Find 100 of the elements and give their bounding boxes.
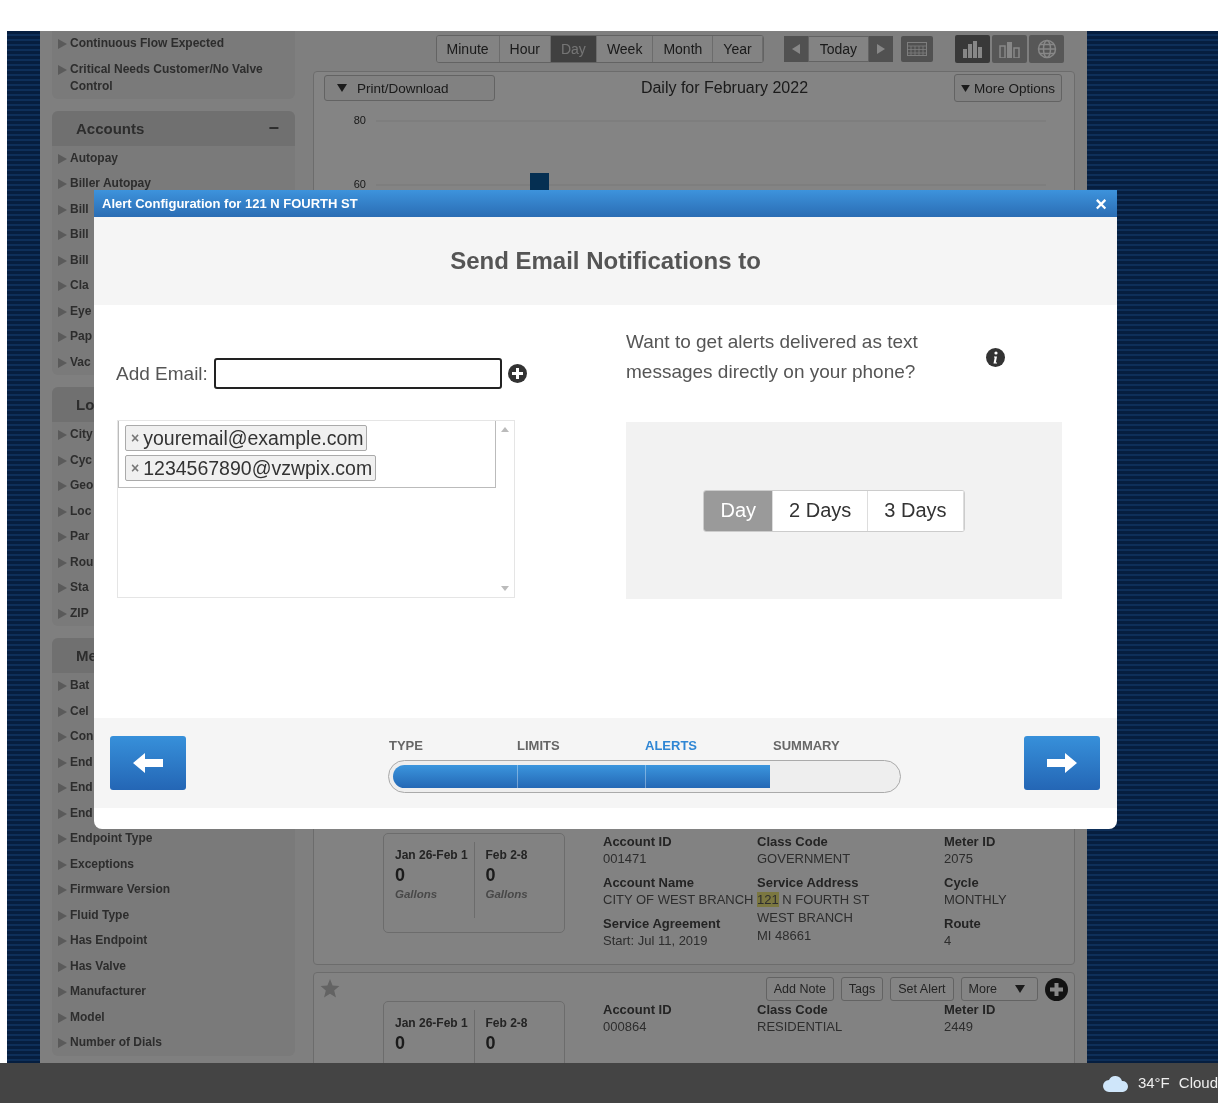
expand-icon[interactable] [58, 255, 67, 266]
expand-icon[interactable] [58, 506, 67, 517]
view-button[interactable] [992, 35, 1027, 63]
back-button[interactable] [110, 736, 186, 790]
add-icon[interactable] [1045, 977, 1068, 1001]
expand-icon[interactable] [58, 1012, 67, 1023]
expand-icon[interactable] [58, 204, 67, 215]
expand-icon[interactable] [58, 681, 67, 691]
remove-button[interactable]: × [131, 430, 140, 446]
expand-icon[interactable] [58, 357, 67, 368]
collapse-toggle[interactable]: − [268, 117, 279, 139]
filter-item[interactable]: Bill [70, 226, 89, 243]
filter-item[interactable]: Manufacturer [70, 983, 146, 1000]
filter-item[interactable]: End [70, 779, 93, 796]
expand-icon[interactable] [58, 706, 67, 717]
expand-icon[interactable] [58, 910, 67, 921]
expand-icon[interactable] [58, 885, 67, 895]
filter-item[interactable]: Cla [70, 277, 89, 294]
filter-item[interactable]: Fluid Type [70, 906, 130, 924]
filter-item[interactable]: Bat [70, 677, 90, 694]
filter-item[interactable]: Autopay [70, 149, 118, 167]
delivery-option[interactable]: Day [704, 490, 774, 531]
expand-icon[interactable] [58, 808, 67, 819]
filter-item[interactable]: Con [70, 728, 94, 745]
filter-item[interactable]: End [70, 804, 93, 822]
step-label: TYPE [388, 737, 424, 753]
expand-icon[interactable] [58, 153, 67, 164]
filter-item[interactable]: Has Endpoint [70, 932, 148, 949]
print-download-button[interactable]: Print/Download [324, 75, 495, 101]
filter-item[interactable]: Rou [70, 553, 94, 571]
view-button[interactable] [1029, 35, 1064, 63]
group-header[interactable]: Accounts − [52, 110, 295, 146]
filter-item[interactable]: Loc [70, 502, 92, 520]
filter-item[interactable]: Continuous Flow Expected [70, 35, 224, 52]
add-icon[interactable] [507, 364, 527, 383]
more-dropdown[interactable]: More [960, 977, 1038, 1001]
filter-item[interactable]: Number of Dials [70, 1034, 162, 1051]
email-input[interactable] [213, 358, 502, 389]
expand-icon[interactable] [58, 834, 67, 844]
action-button[interactable]: Tags [840, 977, 884, 1001]
action-button[interactable]: Set Alert [890, 977, 954, 1001]
close-button[interactable]: × [1095, 193, 1107, 214]
filter-item[interactable]: End [70, 753, 93, 771]
expand-icon[interactable] [58, 859, 67, 870]
expand-icon[interactable] [58, 987, 67, 997]
filter-item[interactable]: Has Valve [70, 957, 127, 975]
action-button[interactable]: Add Note [765, 977, 834, 1001]
filter-item[interactable]: Model [70, 1008, 105, 1026]
expand-icon[interactable] [58, 583, 67, 593]
scroll-up-icon[interactable] [501, 427, 509, 432]
filter-item[interactable]: Vac [70, 353, 91, 371]
expand-icon[interactable] [58, 532, 67, 542]
delivery-option[interactable]: 3 Days [868, 490, 964, 531]
delivery-option[interactable]: 2 Days [773, 490, 869, 531]
filter-item[interactable]: Bill [70, 251, 89, 269]
more-options-button[interactable]: More Options [953, 74, 1062, 102]
filter-item[interactable]: Par [70, 528, 90, 545]
expand-icon[interactable] [58, 732, 67, 742]
expand-icon[interactable] [58, 64, 67, 75]
star-icon[interactable] [320, 979, 340, 998]
filter-item[interactable]: Pap [70, 328, 92, 345]
scroll-down-icon[interactable] [501, 586, 509, 591]
expand-icon[interactable] [58, 757, 67, 768]
period-tab[interactable]: Minute [436, 36, 500, 62]
expand-icon[interactable] [58, 230, 67, 240]
expand-icon[interactable] [58, 481, 67, 491]
expand-icon[interactable] [58, 306, 67, 317]
expand-icon[interactable] [58, 179, 67, 189]
filter-item[interactable]: Exceptions [70, 855, 135, 873]
expand-icon[interactable] [58, 430, 67, 440]
expand-icon[interactable] [58, 455, 67, 466]
filter-item[interactable]: Cel [70, 702, 89, 720]
filter-item[interactable]: City [70, 426, 93, 443]
previous-button[interactable] [783, 36, 808, 62]
filter-item[interactable]: Geo [70, 477, 94, 494]
expand-icon[interactable] [58, 608, 67, 619]
filter-item[interactable]: Cyc [70, 451, 92, 469]
expand-icon[interactable] [58, 936, 67, 946]
expand-icon[interactable] [58, 332, 67, 342]
expand-icon[interactable] [58, 39, 67, 49]
filter-item[interactable]: ZIP [70, 604, 89, 622]
today-button[interactable]: Today [807, 36, 869, 62]
expand-icon[interactable] [58, 557, 67, 568]
next-button[interactable] [869, 36, 893, 62]
filter-item[interactable]: Eye [70, 302, 92, 320]
filter-item[interactable]: Critical Needs Customer/No Valve Control [70, 60, 280, 95]
expand-icon[interactable] [58, 961, 67, 972]
next-button[interactable] [1024, 736, 1100, 790]
filter-item[interactable]: Endpoint Type [70, 830, 153, 847]
calendar-button[interactable] [901, 36, 933, 62]
info-icon[interactable] [986, 347, 1005, 367]
remove-button[interactable]: × [131, 460, 140, 476]
filter-item[interactable]: Firmware Version [70, 881, 171, 898]
filter-item[interactable]: Sta [70, 579, 89, 596]
view-button[interactable] [955, 35, 990, 63]
filter-item[interactable]: Biller Autopay [70, 175, 151, 192]
filter-item[interactable]: Bill [70, 200, 89, 218]
expand-icon[interactable] [58, 1038, 67, 1048]
expand-icon[interactable] [58, 281, 67, 291]
expand-icon[interactable] [58, 783, 67, 793]
